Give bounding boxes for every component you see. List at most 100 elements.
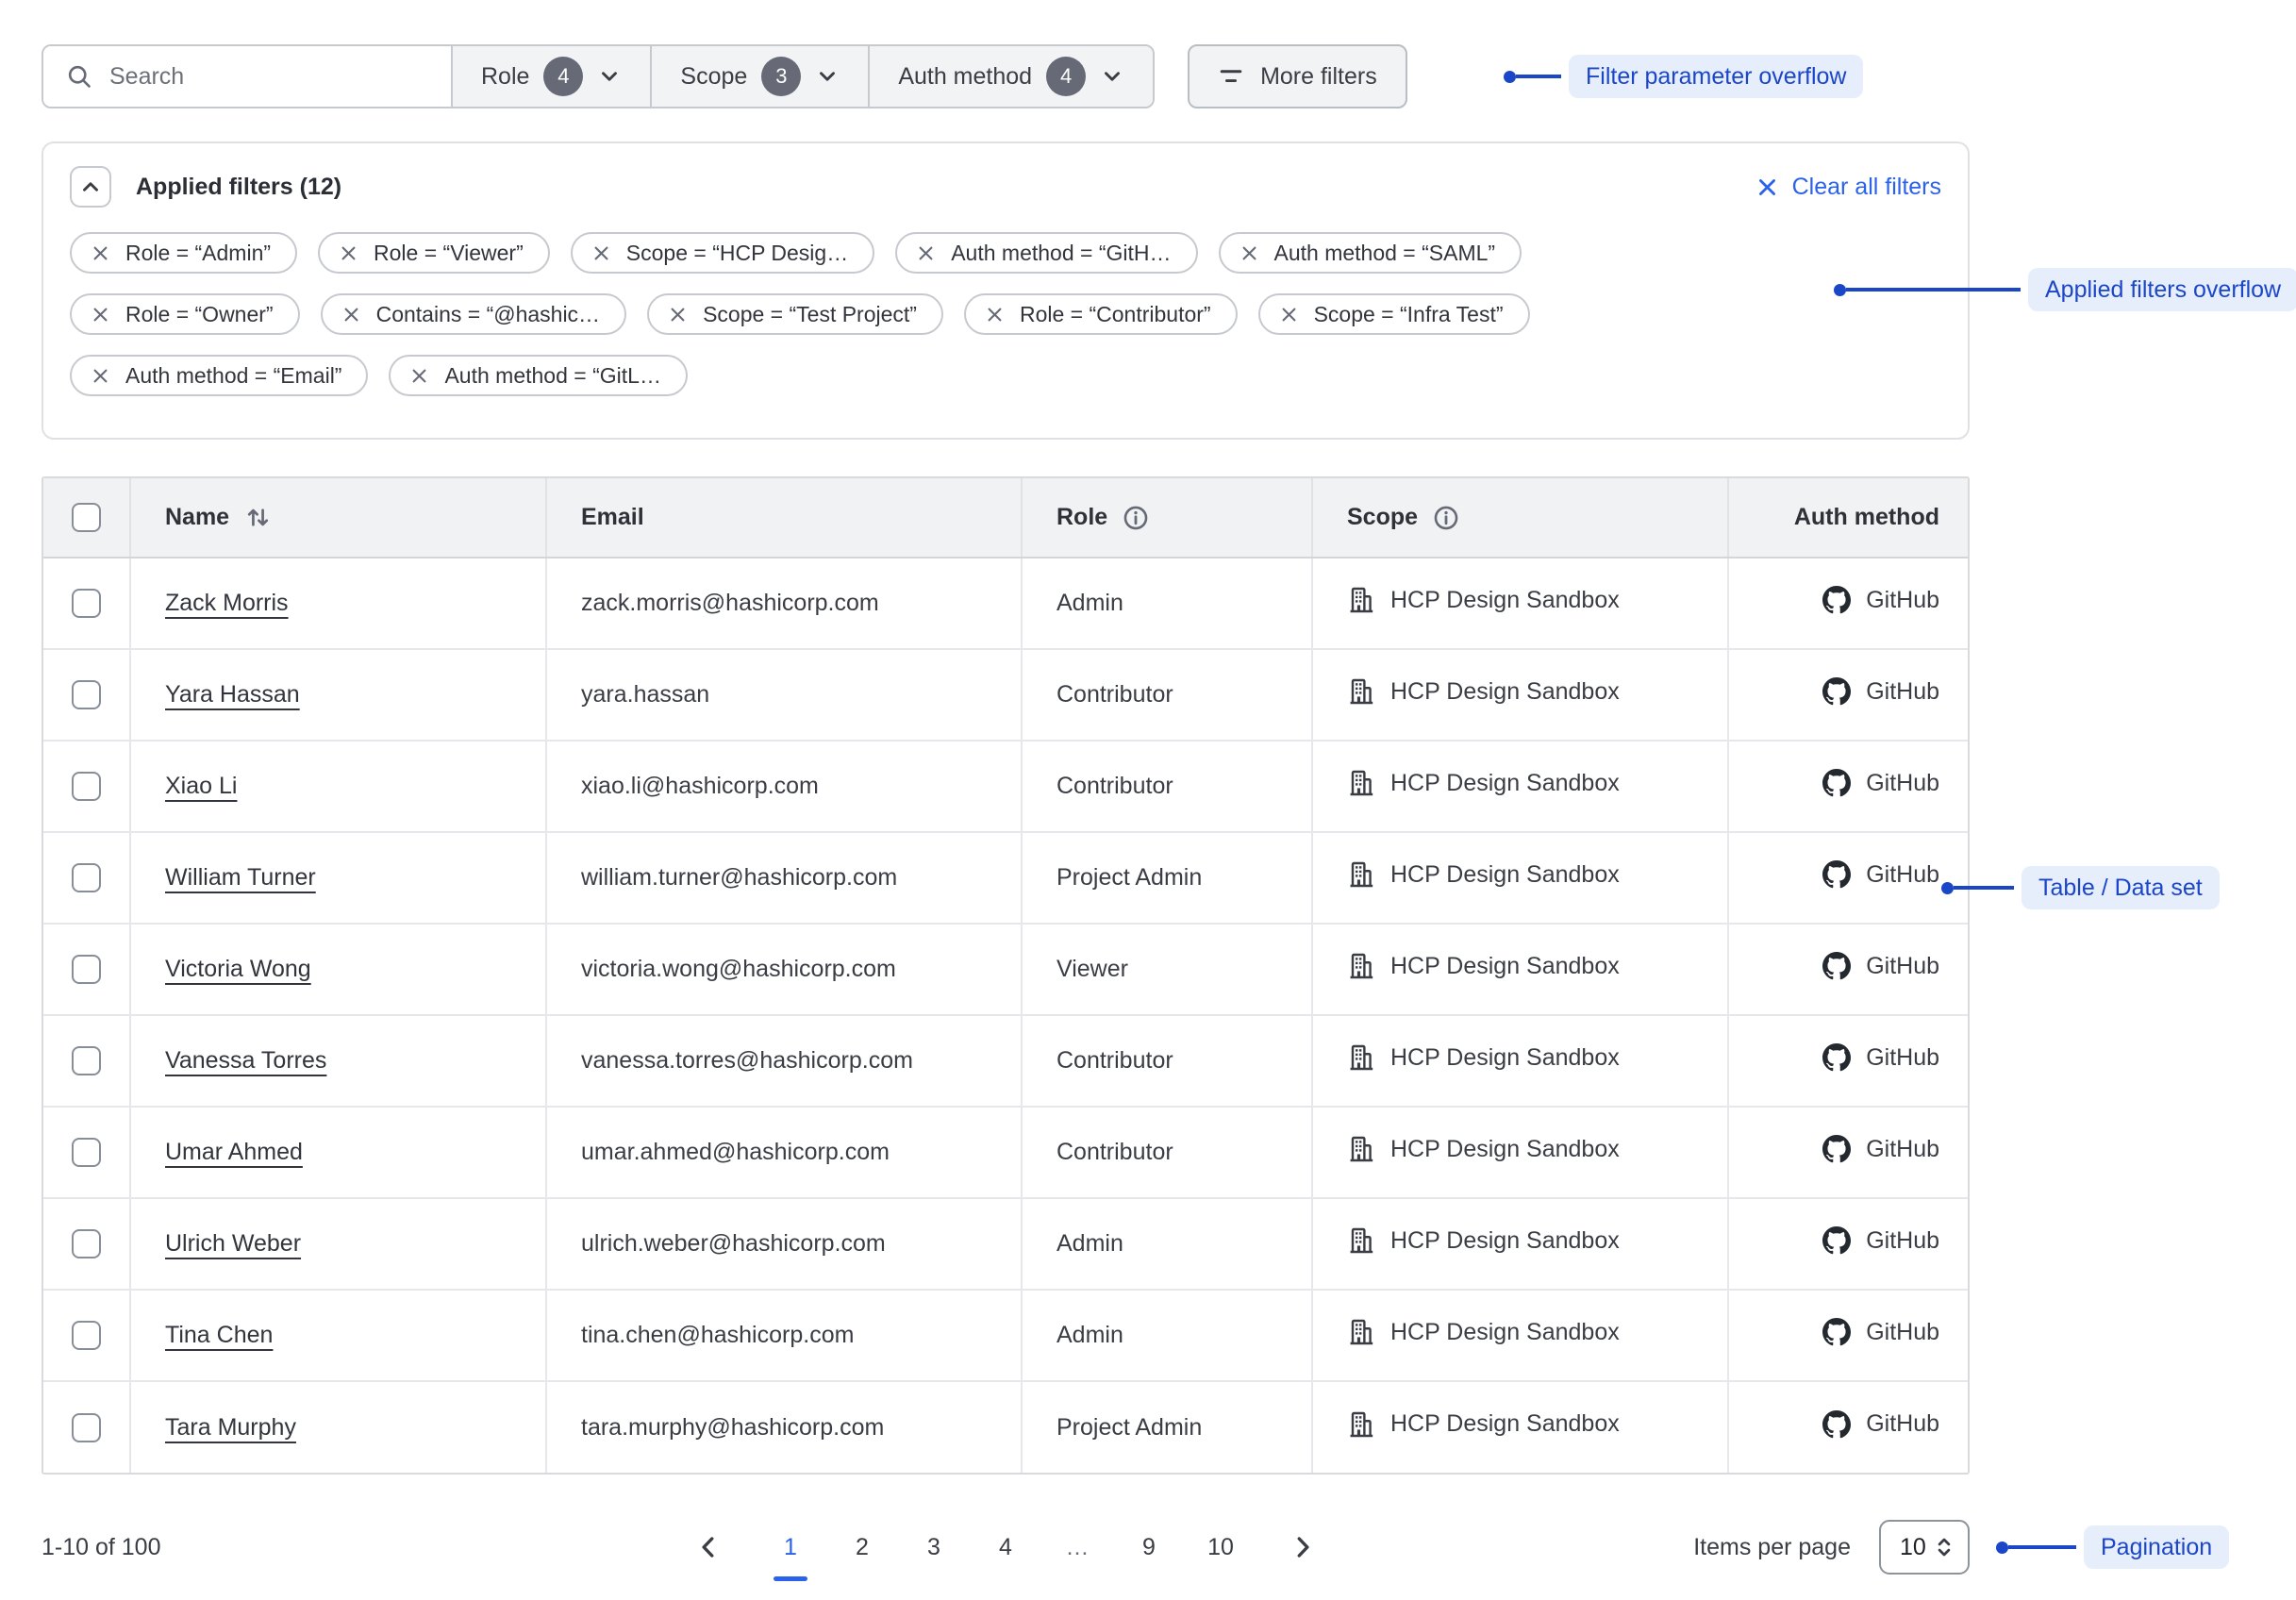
row-checkbox[interactable] [72,863,101,892]
search-input[interactable] [109,63,421,91]
user-name-link[interactable]: Victoria Wong [165,956,311,982]
applied-filter-chip[interactable]: Scope = “Infra Test” [1258,293,1530,335]
x-icon[interactable] [1240,243,1259,263]
user-name-link[interactable]: Tara Murphy [165,1414,296,1441]
next-page-button[interactable] [1284,1528,1322,1566]
scope-cell: HCP Design Sandbox [1312,741,1728,832]
search-icon [66,63,92,90]
github-icon [1822,677,1851,706]
row-checkbox[interactable] [72,955,101,984]
row-checkbox[interactable] [72,1321,101,1350]
select-all-checkbox[interactable] [72,503,101,532]
more-filters-button[interactable]: More filters [1188,44,1407,108]
more-filters-label: More filters [1260,63,1377,91]
applied-filter-chip[interactable]: Scope = “Test Project” [647,293,943,335]
applied-filter-chip[interactable]: Scope = “HCP Desig… [571,232,874,274]
x-icon[interactable] [341,305,361,325]
role-cell: Project Admin [1022,832,1312,924]
page-button-4[interactable]: 4 [986,1533,1025,1561]
auth-method-cell: GitHub [1728,1107,1968,1198]
count-badge: 4 [543,57,583,96]
applied-filter-chip[interactable]: Role = “Contributor” [964,293,1238,335]
user-name-link[interactable]: Ulrich Weber [165,1230,301,1257]
user-name-link[interactable]: William Turner [165,864,316,891]
page-button-2[interactable]: 2 [842,1533,882,1561]
applied-filter-chip[interactable]: Role = “Viewer” [318,232,550,274]
users-table: Name Email Role Scope [42,476,1970,1475]
page-button-1[interactable]: 1 [771,1533,810,1561]
email-cell: umar.ahmed@hashicorp.com [546,1107,1022,1198]
org-icon [1347,860,1375,889]
items-per-page: Items per page 10 [1693,1520,1970,1575]
select-all-cell [43,478,130,558]
github-icon [1822,769,1851,797]
applied-filters-chips: Role = “Admin” Role = “Viewer” Scope = “HC… [70,232,1941,396]
applied-filter-chip[interactable]: Role = “Owner” [70,293,300,335]
user-name-link[interactable]: Vanessa Torres [165,1047,326,1074]
row-checkbox[interactable] [72,680,101,709]
sort-icon[interactable] [244,504,272,531]
applied-filter-chip[interactable]: Auth method = “SAML” [1219,232,1522,274]
applied-filter-chip[interactable]: Auth method = “GitH… [895,232,1197,274]
page-button-9[interactable]: 9 [1129,1533,1169,1561]
row-checkbox[interactable] [72,1229,101,1258]
role-cell: Contributor [1022,1107,1312,1198]
x-icon[interactable] [339,243,358,263]
user-email: xiao.li@hashicorp.com [581,773,819,799]
role-cell: Project Admin [1022,1381,1312,1473]
user-name-link[interactable]: Tina Chen [165,1322,273,1348]
user-name-link[interactable]: Yara Hassan [165,681,300,708]
annotation-pagination: Pagination [1996,1525,2229,1569]
row-checkbox[interactable] [72,589,101,618]
user-name-link[interactable]: Umar Ahmed [165,1139,303,1165]
items-per-page-select[interactable]: 10 [1879,1520,1970,1575]
applied-filter-chip[interactable]: Auth method = “Email” [70,355,368,396]
email-cell: victoria.wong@hashicorp.com [546,924,1022,1015]
x-icon[interactable] [591,243,611,263]
x-icon[interactable] [916,243,936,263]
clear-all-filters-link[interactable]: Clear all filters [1755,174,1941,201]
info-icon[interactable] [1433,505,1459,531]
name-cell: Vanessa Torres [130,1015,546,1107]
info-icon[interactable] [1123,505,1149,531]
email-cell: zack.morris@hashicorp.com [546,558,1022,649]
user-role: Admin [1056,590,1123,616]
filter-dropdown-scope[interactable]: Scope 3 [650,46,868,107]
table-header-row: Name Email Role Scope [43,478,1968,558]
x-icon[interactable] [409,366,429,386]
column-header-scope: Scope [1312,478,1728,558]
filter-dropdown-role[interactable]: Role 4 [451,46,650,107]
search-box[interactable] [43,46,451,107]
user-name-link[interactable]: Zack Morris [165,590,289,616]
page-button-10[interactable]: 10 [1201,1533,1240,1561]
x-icon[interactable] [91,366,110,386]
applied-filter-chip[interactable]: Auth method = “GitL… [389,355,687,396]
user-auth-method: GitHub [1866,678,1939,706]
prev-page-button[interactable] [690,1528,727,1566]
collapse-toggle-button[interactable] [70,166,111,208]
applied-filter-chip[interactable]: Role = “Admin” [70,232,297,274]
x-icon[interactable] [985,305,1005,325]
x-icon[interactable] [668,305,688,325]
scope-cell: HCP Design Sandbox [1312,558,1728,649]
x-icon[interactable] [1279,305,1299,325]
annotation-label: Filter parameter overflow [1569,55,1863,98]
column-header-auth-label: Auth method [1794,504,1939,530]
row-checkbox[interactable] [72,1413,101,1442]
row-checkbox[interactable] [72,772,101,801]
github-icon [1822,1043,1851,1072]
user-scope: HCP Design Sandbox [1390,953,1620,980]
user-name-link[interactable]: Xiao Li [165,773,237,799]
x-icon[interactable] [91,243,110,263]
row-checkbox[interactable] [72,1046,101,1075]
user-scope: HCP Design Sandbox [1390,678,1620,706]
filter-dropdown-auth-method[interactable]: Auth method 4 [868,46,1153,107]
x-icon[interactable] [91,305,110,325]
applied-filter-chip[interactable]: Contains = “@hashic… [321,293,626,335]
row-checkbox[interactable] [72,1138,101,1167]
page-button-3[interactable]: 3 [914,1533,954,1561]
github-icon [1822,586,1851,614]
annotation-dot [1996,1542,2008,1554]
chip-label: Role = “Admin” [125,241,271,266]
scope-cell: HCP Design Sandbox [1312,1381,1728,1473]
